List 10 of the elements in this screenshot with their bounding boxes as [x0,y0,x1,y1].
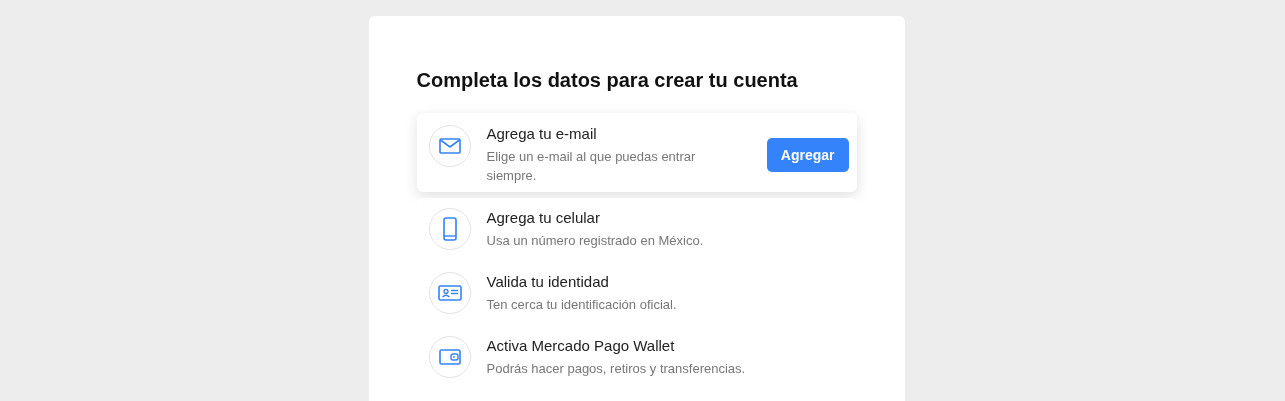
step-description: Podrás hacer pagos, retiros y transferencias. [486,359,747,378]
step-title: Agrega tu celular [486,208,601,226]
step-title: Valida tu identidad [486,272,610,290]
step-title: Activa Mercado Pago Wallet [486,336,676,354]
step-description: Elige un e-mail al que puedas entrar siempre. [486,148,697,185]
add-button[interactable]: Agregar [766,138,849,172]
page-title: Completa los datos para crear tu cuenta [416,69,799,92]
step-description: Usa un número registrado en México. [486,231,705,250]
step-title: Agrega tu e-mail [486,125,598,142]
step-description: Ten cerca tu identificación oficial. [486,295,678,314]
